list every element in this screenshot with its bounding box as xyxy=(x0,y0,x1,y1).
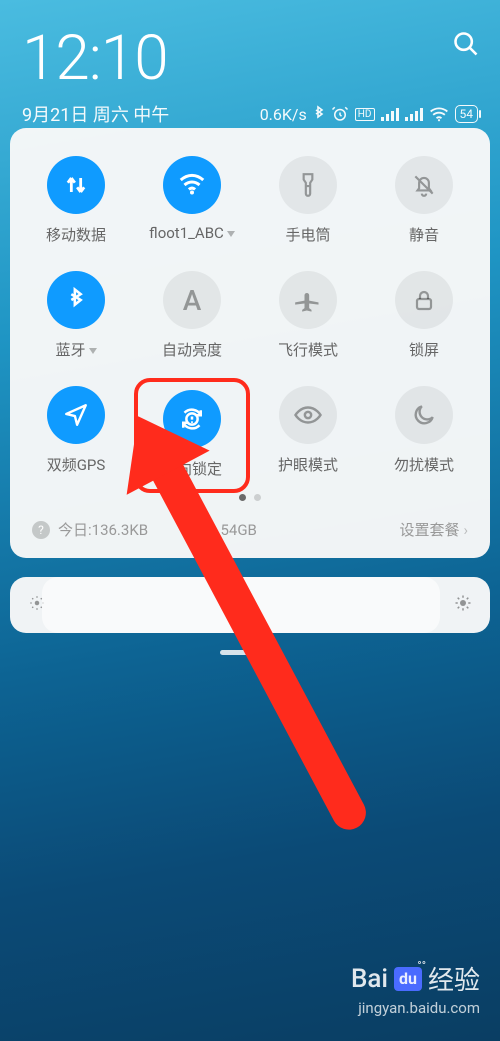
plan-link[interactable]: 设置套餐 xyxy=(399,519,459,540)
tile-label: 蓝牙 xyxy=(55,339,96,360)
wifi-icon xyxy=(163,156,221,214)
tile-airplane[interactable]: 飞行模式 xyxy=(250,263,366,374)
watermark-url: jingyan.baidu.com xyxy=(351,999,480,1017)
tile-mobile-data[interactable]: 移动数据 xyxy=(18,148,134,259)
network-speed: 0.6K/s xyxy=(260,105,307,124)
tile-label: 双频GPS xyxy=(47,454,106,475)
signal-icon xyxy=(381,107,399,121)
tile-label: 移动数据 xyxy=(46,224,106,245)
tile-label: 锁屏 xyxy=(409,339,439,360)
dot-inactive xyxy=(254,494,261,501)
chevron-right-icon: › xyxy=(463,521,468,539)
tile-label: 护眼模式 xyxy=(278,454,338,475)
tile-wifi[interactable]: floot1_ABC xyxy=(134,148,250,259)
tile-eye-mode[interactable]: 护眼模式 xyxy=(250,378,366,493)
lockscreen-icon xyxy=(395,271,453,329)
tile-label: 手电筒 xyxy=(285,224,330,245)
mute-icon xyxy=(395,156,453,214)
watermark: Bai°°du 经验 jingyan.baidu.com xyxy=(351,960,480,1017)
tile-dnd[interactable]: 勿扰模式 xyxy=(366,378,482,493)
dot-active xyxy=(239,494,246,501)
time: 12:10 xyxy=(22,22,478,95)
battery-indicator: 54 xyxy=(455,105,479,123)
airplane-icon xyxy=(279,271,337,329)
tile-label: floot1_ABC xyxy=(149,224,235,242)
brightness-high-icon xyxy=(454,594,472,616)
info-icon: ? xyxy=(32,521,50,539)
expand-icon xyxy=(227,231,235,237)
page-dots xyxy=(18,494,482,501)
tile-label: 静音 xyxy=(409,224,439,245)
tile-auto-brightness[interactable]: A 自动亮度 xyxy=(134,263,250,374)
wifi-status-icon xyxy=(429,106,449,122)
expand-icon xyxy=(89,348,97,354)
dnd-icon xyxy=(395,386,453,444)
quick-settings-panel: 移动数据floot1_ABC手电筒静音蓝牙A自动亮度飞行模式锁屏双频GPS方向锁… xyxy=(10,128,490,558)
gps-icon xyxy=(47,386,105,444)
bluetooth-icon xyxy=(47,271,105,329)
signal-hd: HD xyxy=(355,108,375,121)
brand-prefix: Bai xyxy=(351,964,388,994)
status-indicators: 0.6K/s HD 54 xyxy=(260,105,478,124)
usage-today-value: 136.3KB xyxy=(92,521,148,539)
usage-today-label: 今日: xyxy=(58,519,92,540)
tile-lockscreen[interactable]: 锁屏 xyxy=(366,263,482,374)
data-usage-row[interactable]: ? 今日: 136.3KB 2.54GB 设置套餐 › xyxy=(18,511,482,548)
brand-badge: °°du xyxy=(394,967,422,991)
tile-flashlight[interactable]: 手电筒 xyxy=(250,148,366,259)
status-bar: 12:10 9月21日 周六 中午 0.6K/s HD 54 xyxy=(0,0,500,137)
bluetooth-icon xyxy=(313,105,325,123)
tile-label: 飞行模式 xyxy=(278,339,338,360)
tile-bluetooth[interactable]: 蓝牙 xyxy=(18,263,134,374)
search-icon[interactable] xyxy=(452,30,480,62)
auto-brightness-icon: A xyxy=(163,271,221,329)
tile-label: 勿扰模式 xyxy=(394,454,454,475)
tile-label: 自动亮度 xyxy=(162,339,222,360)
mobile-data-icon xyxy=(47,156,105,214)
tile-mute[interactable]: 静音 xyxy=(366,148,482,259)
eye-mode-icon xyxy=(279,386,337,444)
signal-2-icon xyxy=(405,107,423,121)
brand-suffix: 经验 xyxy=(428,960,480,997)
date: 9月21日 周六 中午 xyxy=(22,101,169,127)
alarm-icon xyxy=(331,105,349,123)
flashlight-icon xyxy=(279,156,337,214)
